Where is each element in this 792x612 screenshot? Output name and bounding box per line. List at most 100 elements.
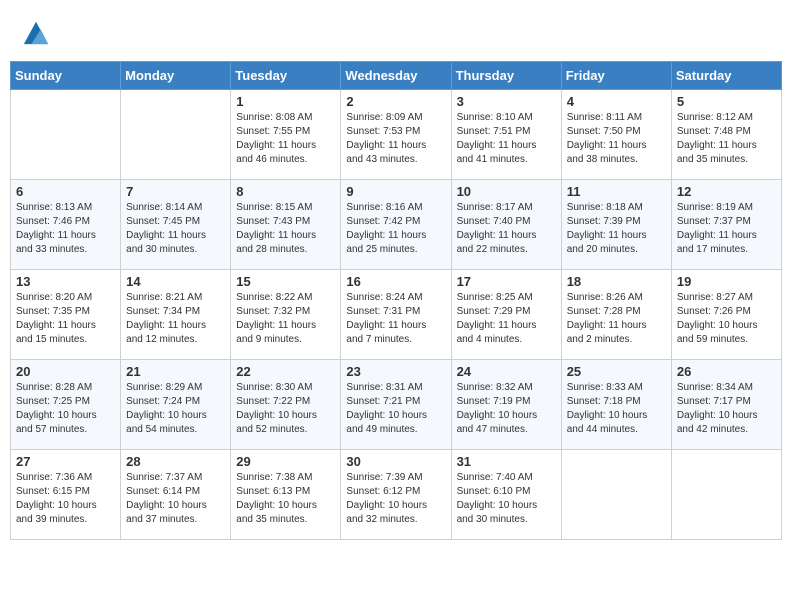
calendar-day-cell: 26 Sunrise: 8:34 AMSunset: 7:17 PMDayligh… [671, 359, 781, 449]
day-number: 4 [567, 94, 666, 109]
day-info: Sunrise: 8:09 AMSunset: 7:53 PMDaylight:… [346, 111, 445, 167]
calendar-day-cell: 6Sunrise: 8:13 AMSunset: 7:46 PMDaylight… [11, 179, 121, 269]
calendar-day-cell: 23 Sunrise: 8:31 AMSunset: 7:21 PMDayligh… [341, 359, 451, 449]
calendar-day-cell: 13Sunrise: 8:20 AMSunset: 7:35 PMDayligh… [11, 269, 121, 359]
day-info: Sunrise: 8:19 AMSunset: 7:37 PMDaylight:… [677, 201, 776, 257]
day-number: 6 [16, 184, 115, 199]
logo-icon [22, 18, 50, 46]
day-info: Sunrise: 8:08 AMSunset: 7:55 PMDaylight:… [236, 111, 335, 167]
day-info: Sunrise: 7:39 AMSunset: 6:12 PMDaylight:… [346, 471, 445, 527]
calendar-day-cell: 5 Sunrise: 8:12 AMSunset: 7:48 PMDaylight… [671, 89, 781, 179]
calendar-day-cell [671, 449, 781, 539]
calendar-day-cell: 2 Sunrise: 8:09 AMSunset: 7:53 PMDaylight… [341, 89, 451, 179]
calendar-table: SundayMondayTuesdayWednesdayThursdayFrid… [10, 61, 782, 540]
day-number: 16 [346, 274, 445, 289]
weekday-header: Sunday [11, 61, 121, 89]
day-number: 3 [457, 94, 556, 109]
calendar-day-cell: 25 Sunrise: 8:33 AMSunset: 7:18 PMDayligh… [561, 359, 671, 449]
day-info: Sunrise: 8:26 AMSunset: 7:28 PMDaylight:… [567, 291, 666, 347]
calendar-day-cell [561, 449, 671, 539]
day-info: Sunrise: 8:15 AMSunset: 7:43 PMDaylight:… [236, 201, 335, 257]
calendar-day-cell: 10Sunrise: 8:17 AMSunset: 7:40 PMDayligh… [451, 179, 561, 269]
day-number: 27 [16, 454, 115, 469]
calendar-day-cell: 11 Sunrise: 8:18 AMSunset: 7:39 PMDayligh… [561, 179, 671, 269]
day-number: 23 [346, 364, 445, 379]
weekday-header: Tuesday [231, 61, 341, 89]
calendar-week-row: 13Sunrise: 8:20 AMSunset: 7:35 PMDayligh… [11, 269, 782, 359]
page-header [10, 10, 782, 55]
calendar-day-cell: 1Sunrise: 8:08 AMSunset: 7:55 PMDaylight… [231, 89, 341, 179]
day-number: 8 [236, 184, 335, 199]
day-info: Sunrise: 8:25 AMSunset: 7:29 PMDaylight:… [457, 291, 556, 347]
calendar-day-cell: 29 Sunrise: 7:38 AMSunset: 6:13 PMDayligh… [231, 449, 341, 539]
weekday-header: Wednesday [341, 61, 451, 89]
calendar-week-row: 1Sunrise: 8:08 AMSunset: 7:55 PMDaylight… [11, 89, 782, 179]
calendar-week-row: 27 Sunrise: 7:36 AMSunset: 6:15 PMDayligh… [11, 449, 782, 539]
day-number: 14 [126, 274, 225, 289]
day-number: 10 [457, 184, 556, 199]
day-number: 21 [126, 364, 225, 379]
day-info: Sunrise: 7:37 AMSunset: 6:14 PMDaylight:… [126, 471, 225, 527]
day-info: Sunrise: 8:22 AMSunset: 7:32 PMDaylight:… [236, 291, 335, 347]
calendar-day-cell: 3 Sunrise: 8:10 AMSunset: 7:51 PMDaylight… [451, 89, 561, 179]
day-number: 12 [677, 184, 776, 199]
calendar-day-cell: 18 Sunrise: 8:26 AMSunset: 7:28 PMDayligh… [561, 269, 671, 359]
day-info: Sunrise: 7:38 AMSunset: 6:13 PMDaylight:… [236, 471, 335, 527]
day-info: Sunrise: 8:29 AMSunset: 7:24 PMDaylight:… [126, 381, 225, 437]
calendar-day-cell: 8 Sunrise: 8:15 AMSunset: 7:43 PMDaylight… [231, 179, 341, 269]
day-number: 29 [236, 454, 335, 469]
calendar-day-cell: 19 Sunrise: 8:27 AMSunset: 7:26 PMDayligh… [671, 269, 781, 359]
day-number: 24 [457, 364, 556, 379]
weekday-header: Friday [561, 61, 671, 89]
day-info: Sunrise: 8:24 AMSunset: 7:31 PMDaylight:… [346, 291, 445, 347]
day-number: 20 [16, 364, 115, 379]
calendar-day-cell [11, 89, 121, 179]
day-info: Sunrise: 7:40 AMSunset: 6:10 PMDaylight:… [457, 471, 556, 527]
day-info: Sunrise: 8:20 AMSunset: 7:35 PMDaylight:… [16, 291, 115, 347]
day-info: Sunrise: 8:14 AMSunset: 7:45 PMDaylight:… [126, 201, 225, 257]
day-info: Sunrise: 8:32 AMSunset: 7:19 PMDaylight:… [457, 381, 556, 437]
calendar-day-cell: 4 Sunrise: 8:11 AMSunset: 7:50 PMDaylight… [561, 89, 671, 179]
calendar-day-cell: 15Sunrise: 8:22 AMSunset: 7:32 PMDayligh… [231, 269, 341, 359]
day-number: 17 [457, 274, 556, 289]
day-info: Sunrise: 8:10 AMSunset: 7:51 PMDaylight:… [457, 111, 556, 167]
day-number: 30 [346, 454, 445, 469]
day-info: Sunrise: 8:33 AMSunset: 7:18 PMDaylight:… [567, 381, 666, 437]
calendar-day-cell: 27 Sunrise: 7:36 AMSunset: 6:15 PMDayligh… [11, 449, 121, 539]
calendar-week-row: 20 Sunrise: 8:28 AMSunset: 7:25 PMDayligh… [11, 359, 782, 449]
day-number: 25 [567, 364, 666, 379]
calendar-day-cell: 24 Sunrise: 8:32 AMSunset: 7:19 PMDayligh… [451, 359, 561, 449]
calendar-day-cell: 28 Sunrise: 7:37 AMSunset: 6:14 PMDayligh… [121, 449, 231, 539]
logo [20, 18, 50, 51]
calendar-day-cell: 16 Sunrise: 8:24 AMSunset: 7:31 PMDayligh… [341, 269, 451, 359]
calendar-day-cell: 30 Sunrise: 7:39 AMSunset: 6:12 PMDayligh… [341, 449, 451, 539]
day-info: Sunrise: 8:31 AMSunset: 7:21 PMDaylight:… [346, 381, 445, 437]
day-info: Sunrise: 8:18 AMSunset: 7:39 PMDaylight:… [567, 201, 666, 257]
calendar-day-cell: 12 Sunrise: 8:19 AMSunset: 7:37 PMDayligh… [671, 179, 781, 269]
day-info: Sunrise: 8:27 AMSunset: 7:26 PMDaylight:… [677, 291, 776, 347]
day-number: 7 [126, 184, 225, 199]
calendar-day-cell: 31Sunrise: 7:40 AMSunset: 6:10 PMDayligh… [451, 449, 561, 539]
day-number: 28 [126, 454, 225, 469]
day-info: Sunrise: 8:21 AMSunset: 7:34 PMDaylight:… [126, 291, 225, 347]
day-number: 19 [677, 274, 776, 289]
day-number: 26 [677, 364, 776, 379]
day-info: Sunrise: 8:30 AMSunset: 7:22 PMDaylight:… [236, 381, 335, 437]
calendar-day-cell: 22 Sunrise: 8:30 AMSunset: 7:22 PMDayligh… [231, 359, 341, 449]
weekday-header: Saturday [671, 61, 781, 89]
day-info: Sunrise: 8:34 AMSunset: 7:17 PMDaylight:… [677, 381, 776, 437]
calendar-day-cell: 17 Sunrise: 8:25 AMSunset: 7:29 PMDayligh… [451, 269, 561, 359]
day-info: Sunrise: 8:12 AMSunset: 7:48 PMDaylight:… [677, 111, 776, 167]
calendar-day-cell [121, 89, 231, 179]
day-info: Sunrise: 7:36 AMSunset: 6:15 PMDaylight:… [16, 471, 115, 527]
calendar-day-cell: 9Sunrise: 8:16 AMSunset: 7:42 PMDaylight… [341, 179, 451, 269]
day-info: Sunrise: 8:28 AMSunset: 7:25 PMDaylight:… [16, 381, 115, 437]
day-number: 11 [567, 184, 666, 199]
day-number: 22 [236, 364, 335, 379]
day-number: 2 [346, 94, 445, 109]
day-number: 18 [567, 274, 666, 289]
day-info: Sunrise: 8:16 AMSunset: 7:42 PMDaylight:… [346, 201, 445, 257]
day-info: Sunrise: 8:11 AMSunset: 7:50 PMDaylight:… [567, 111, 666, 167]
calendar-day-cell: 20 Sunrise: 8:28 AMSunset: 7:25 PMDayligh… [11, 359, 121, 449]
day-number: 5 [677, 94, 776, 109]
